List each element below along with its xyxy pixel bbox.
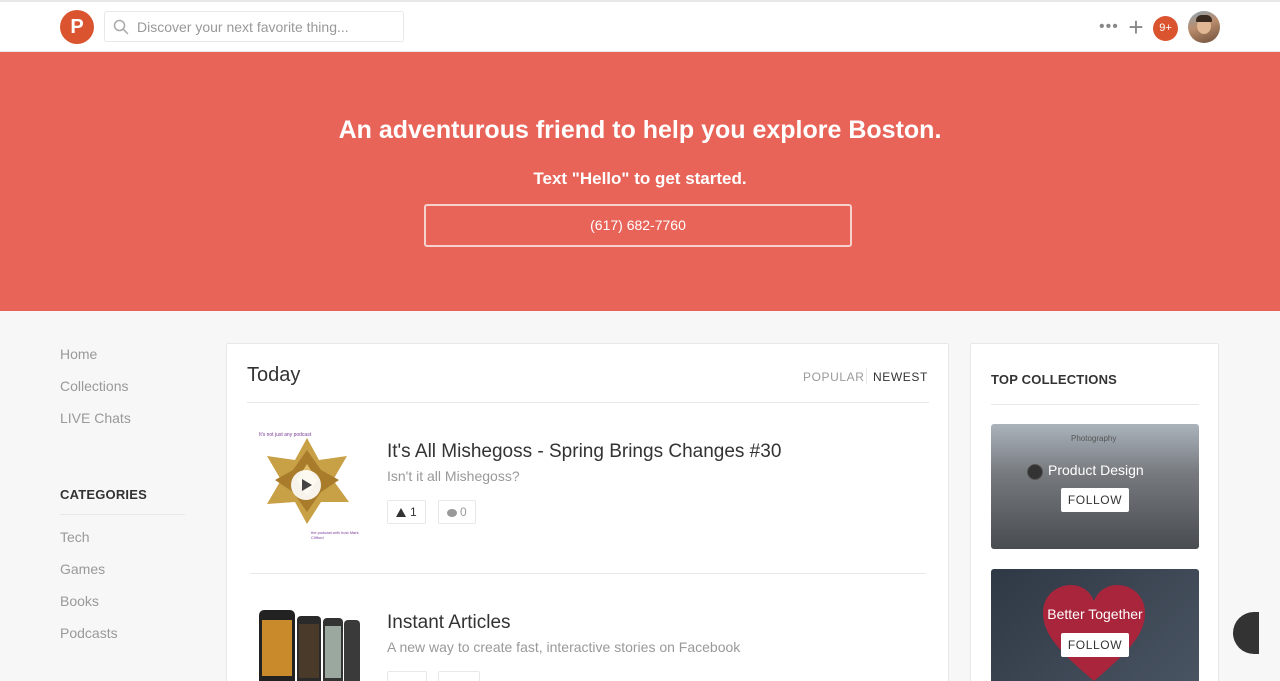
category-podcasts[interactable]: Podcasts [60,625,118,641]
play-button[interactable] [291,470,321,500]
nav-collections[interactable]: Collections [60,378,128,394]
collection-name: Better Together [1047,606,1143,622]
top-collections-divider [991,404,1199,405]
search-box[interactable] [104,11,404,42]
promo-hero: An adventurous friend to help you explor… [0,52,1280,311]
phones-image [259,610,360,681]
nav-home[interactable]: Home [60,346,97,362]
feed-divider [247,402,929,403]
sort-separator [866,368,867,384]
ellipsis-icon[interactable]: ••• [1099,17,1119,37]
comment-count: 0 [460,505,467,519]
feed-card: Today POPULAR NEWEST It's not just any p… [226,343,949,681]
post-thumbnail[interactable] [251,606,361,681]
sort-popular-tab[interactable]: POPULAR [803,370,865,384]
notifications-badge[interactable]: 9+ [1153,16,1178,41]
post-title[interactable]: Instant Articles [387,612,511,634]
search-icon [113,19,129,35]
phone-number-button[interactable]: (617) 682-7760 [424,204,852,247]
post-title[interactable]: It's All Mishegoss - Spring Brings Chang… [387,441,781,463]
search-input[interactable] [137,12,397,41]
category-games[interactable]: Games [60,561,105,577]
post-thumbnail[interactable]: It's not just any podcast the podcast wi… [251,430,361,540]
collection-card[interactable]: Better Together FOLLOW [991,569,1199,681]
post-divider [250,573,926,574]
heart-icon [1043,585,1145,681]
hero-subheadline: Text "Hello" to get started. [533,169,747,188]
upvote-icon [396,508,406,517]
follow-button[interactable]: FOLLOW [1061,633,1129,657]
top-collections-card: TOP COLLECTIONS Photography Product Desi… [970,343,1219,681]
chat-toggle-button[interactable] [1233,612,1259,654]
comment-icon [447,509,457,517]
post-tagline: A new way to create fast, interactive st… [387,639,741,655]
collection-card[interactable]: Photography Product Design FOLLOW [991,424,1199,549]
top-collections-title: TOP COLLECTIONS [991,372,1118,387]
collection-background-text: Photography [1071,434,1117,443]
avatar-hair [1196,15,1212,22]
category-books[interactable]: Books [60,593,99,609]
upvote-button[interactable] [387,671,427,681]
follow-button[interactable]: FOLLOW [1061,488,1129,512]
nav-live-chats[interactable]: LIVE Chats [60,410,131,426]
category-tech[interactable]: Tech [60,529,90,545]
categories-title: CATEGORIES [60,487,147,502]
hero-headline: An adventurous friend to help you explor… [338,116,942,144]
vote-count: 1 [410,505,417,519]
post-tagline: Isn't it all Mishegoss? [387,468,520,484]
product-hunt-logo[interactable]: P [60,10,94,44]
top-bar: P ••• + 9+ [0,0,1280,52]
upvote-button[interactable]: 1 [387,500,426,524]
user-avatar[interactable] [1188,11,1220,43]
play-icon [302,479,312,491]
comments-button[interactable] [438,671,480,681]
thumbnail-bottom-text: the podcast with host Mark Clifford [311,530,359,540]
feed-day-label: Today [247,364,301,386]
categories-divider [60,514,185,515]
sort-newest-tab[interactable]: NEWEST [873,370,928,384]
plus-icon[interactable]: + [1125,14,1147,40]
comments-button[interactable]: 0 [438,500,476,524]
collection-name: Product Design [1048,462,1144,478]
collection-badge-icon [1027,464,1043,480]
